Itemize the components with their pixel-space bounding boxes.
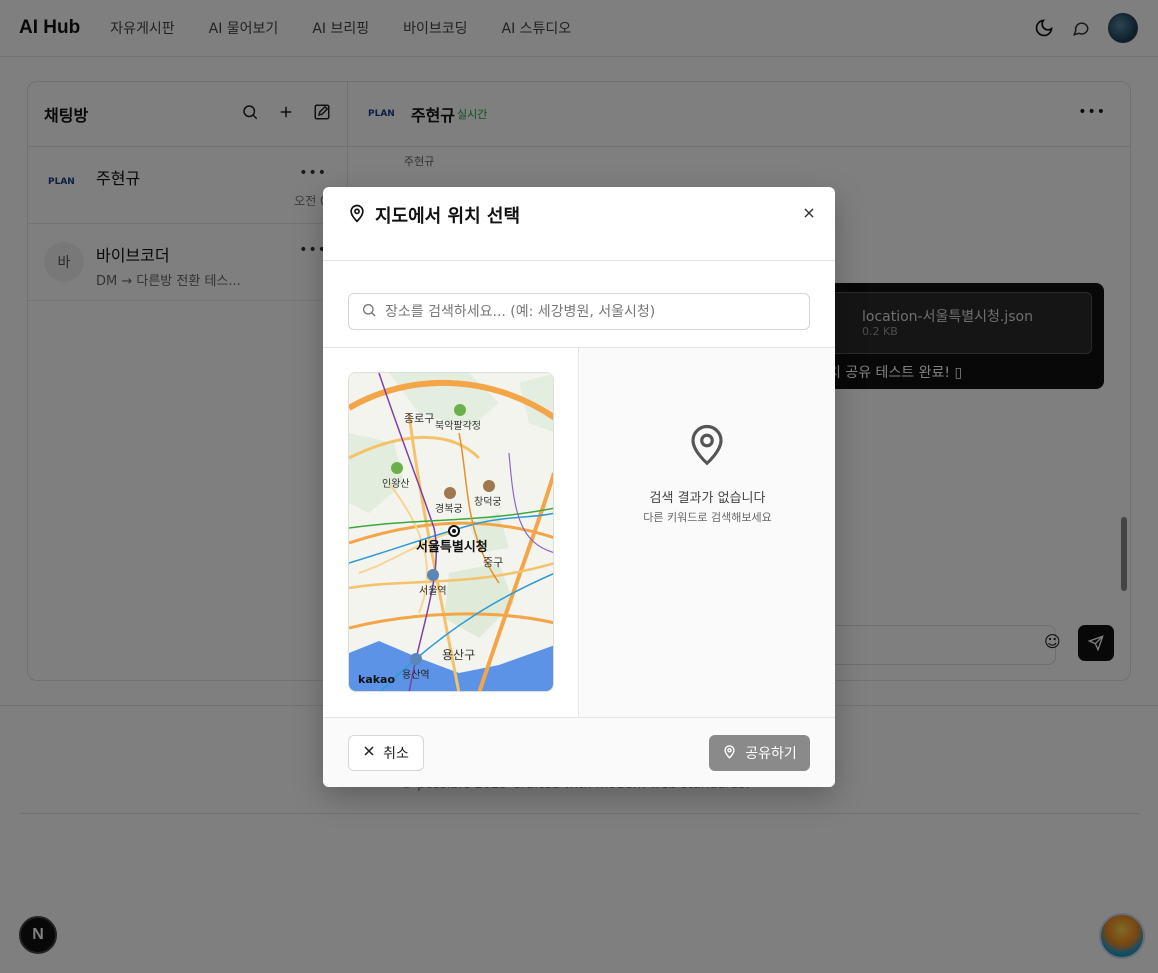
cancel-button[interactable]: 취소: [348, 735, 424, 771]
modal-header: 지도에서 위치 선택: [323, 187, 835, 261]
map-label: 창덕궁: [474, 496, 502, 508]
search-field[interactable]: [348, 293, 810, 330]
map-label: 중구: [483, 556, 503, 569]
empty-state-title: 검색 결과가 없습니다: [649, 491, 766, 506]
map-pin-icon: [686, 420, 728, 472]
map-label: 북악팔각정: [435, 420, 481, 432]
map-view[interactable]: 종로구 북악팔각정 인왕산 경복궁 창덕궁 서울특별시청 중구 서울역 용산구 …: [348, 372, 554, 692]
search-results: 검색 결과가 없습니다 다른 키워드로 검색해보세요: [580, 348, 835, 718]
map-attribution: kakao: [358, 673, 395, 686]
map-label: 경복궁: [435, 502, 463, 515]
map-label: 인왕산: [382, 478, 410, 490]
map-pin-icon: [347, 203, 367, 227]
map-label: 서울역: [419, 585, 447, 597]
search-area: [323, 261, 835, 348]
map-label: 용산구: [442, 648, 475, 662]
search-icon: [361, 302, 377, 322]
empty-state-subtitle: 다른 키워드로 검색해보세요: [643, 511, 772, 524]
map-label: 종로구: [404, 412, 434, 425]
share-button[interactable]: 공유하기: [709, 735, 810, 771]
modal-body: 종로구 북악팔각정 인왕산 경복궁 창덕궁 서울특별시청 중구 서울역 용산구 …: [323, 348, 835, 718]
modal-title: 지도에서 위치 선택: [375, 206, 521, 227]
map-pin-icon: [722, 744, 737, 763]
share-label: 공유하기: [745, 746, 797, 762]
close-icon: [363, 745, 375, 761]
map-label: 용산역: [402, 669, 430, 681]
map-label-selected: 서울특별시청: [416, 539, 488, 555]
cancel-label: 취소: [383, 746, 409, 762]
location-picker-modal: 지도에서 위치 선택 장소를 검색하세요... (예: 세강병원, 서울시청) …: [323, 187, 835, 787]
close-icon[interactable]: [799, 203, 819, 223]
map-column: 종로구 북악팔각정 인왕산 경복궁 창덕궁 서울특별시청 중구 서울역 용산구 …: [323, 348, 579, 718]
modal-footer: 취소 공유하기: [323, 717, 835, 787]
search-input[interactable]: [385, 303, 805, 320]
